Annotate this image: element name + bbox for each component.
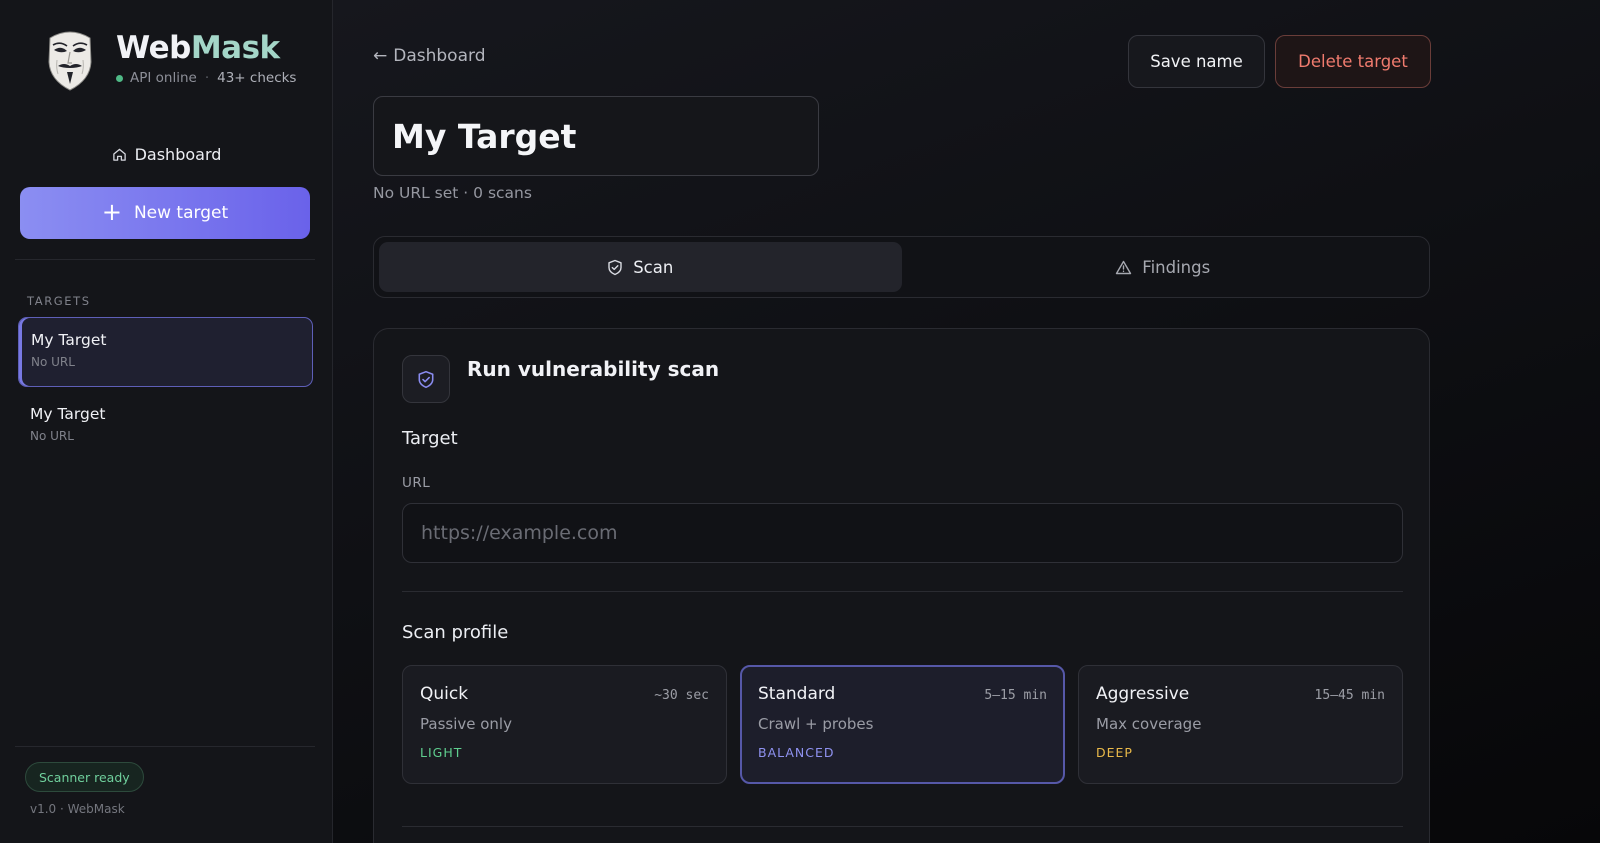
profile-description: Max coverage (1096, 715, 1202, 733)
nav-dashboard[interactable]: Dashboard (0, 140, 333, 168)
profile-description: Passive only (420, 715, 512, 733)
save-name-button[interactable]: Save name (1128, 35, 1265, 88)
scanner-status-badge: Scanner ready (25, 762, 144, 792)
target-name-input[interactable] (373, 96, 819, 176)
checks-count: 43+ checks (217, 70, 297, 86)
back-to-dashboard-link[interactable]: ← Dashboard (373, 46, 485, 66)
sidebar: WebMask API online · 43+ checks Dashboar… (0, 0, 333, 843)
profile-duration: 15–45 min (1314, 688, 1385, 703)
profile-name: Standard (758, 684, 836, 704)
new-target-label: New target (133, 203, 229, 223)
card-divider (402, 826, 1403, 827)
warning-triangle-icon (1116, 260, 1132, 274)
tab-findings[interactable]: Findings (902, 242, 1425, 292)
back-link-label: Dashboard (393, 46, 486, 66)
version-label: v1.0 · WebMask (30, 802, 125, 816)
home-icon (112, 148, 126, 161)
sidebar-footer-divider (15, 746, 315, 747)
scan-profile-options: Quick ~30 sec Passive only LIGHT Standar… (402, 665, 1403, 784)
profile-name: Aggressive (1096, 684, 1190, 704)
shield-check-icon (418, 370, 434, 388)
target-item-url: No URL (30, 429, 74, 443)
card-divider (402, 591, 1403, 592)
plus-icon: + (101, 198, 122, 226)
targets-section-label: TARGETS (27, 294, 91, 308)
sidebar-divider (15, 259, 315, 260)
profile-quick[interactable]: Quick ~30 sec Passive only LIGHT (402, 665, 727, 784)
tab-scan[interactable]: Scan (379, 242, 902, 292)
new-target-button[interactable]: + New target (20, 187, 310, 239)
tab-bar: Scan Findings (373, 236, 1430, 298)
arrow-left-icon: ← (373, 46, 388, 66)
profile-duration: 5–15 min (984, 688, 1047, 703)
profile-duration: ~30 sec (654, 688, 709, 703)
target-item-url: No URL (31, 355, 75, 369)
url-input[interactable] (402, 503, 1403, 563)
profile-name: Quick (420, 684, 469, 704)
tab-findings-label: Findings (1142, 257, 1211, 277)
tab-scan-label: Scan (633, 257, 674, 277)
brand-name-web: Web (116, 30, 191, 66)
profile-standard[interactable]: Standard 5–15 min Crawl + probes BALANCE… (740, 665, 1065, 784)
target-item-name: My Target (30, 405, 106, 423)
scan-card: Run vulnerability scan Target URL Scan p… (373, 328, 1430, 843)
card-shield-container (402, 355, 450, 403)
target-item[interactable]: My Target No URL (18, 392, 313, 462)
api-status: API online · 43+ checks (116, 70, 296, 86)
main-content: ← Dashboard Save name Delete target No U… (333, 0, 1600, 843)
brand-name: WebMask (116, 28, 296, 68)
profile-tag: BALANCED (758, 745, 835, 760)
brand: WebMask API online · 43+ checks (44, 28, 296, 92)
nav-dashboard-label: Dashboard (134, 144, 222, 164)
target-item-name: My Target (31, 331, 107, 349)
url-field-label: URL (402, 475, 431, 491)
scan-profile-heading: Scan profile (402, 622, 509, 643)
api-status-label: API online (130, 70, 197, 86)
status-separator: · (204, 70, 210, 86)
profile-tag: LIGHT (420, 745, 463, 760)
profile-description: Crawl + probes (758, 715, 874, 733)
scan-card-title: Run vulnerability scan (467, 357, 720, 381)
profile-aggressive[interactable]: Aggressive 15–45 min Max coverage DEEP (1078, 665, 1403, 784)
shield-check-icon (608, 259, 622, 275)
target-section-heading: Target (402, 428, 458, 449)
target-item-active[interactable]: My Target No URL (18, 317, 313, 387)
status-dot-icon (116, 74, 123, 82)
brand-name-mask: Mask (190, 30, 280, 66)
profile-tag: DEEP (1096, 745, 1133, 760)
delete-target-button[interactable]: Delete target (1275, 35, 1431, 88)
target-meta: No URL set · 0 scans (373, 184, 532, 202)
mask-logo-icon (48, 31, 92, 91)
